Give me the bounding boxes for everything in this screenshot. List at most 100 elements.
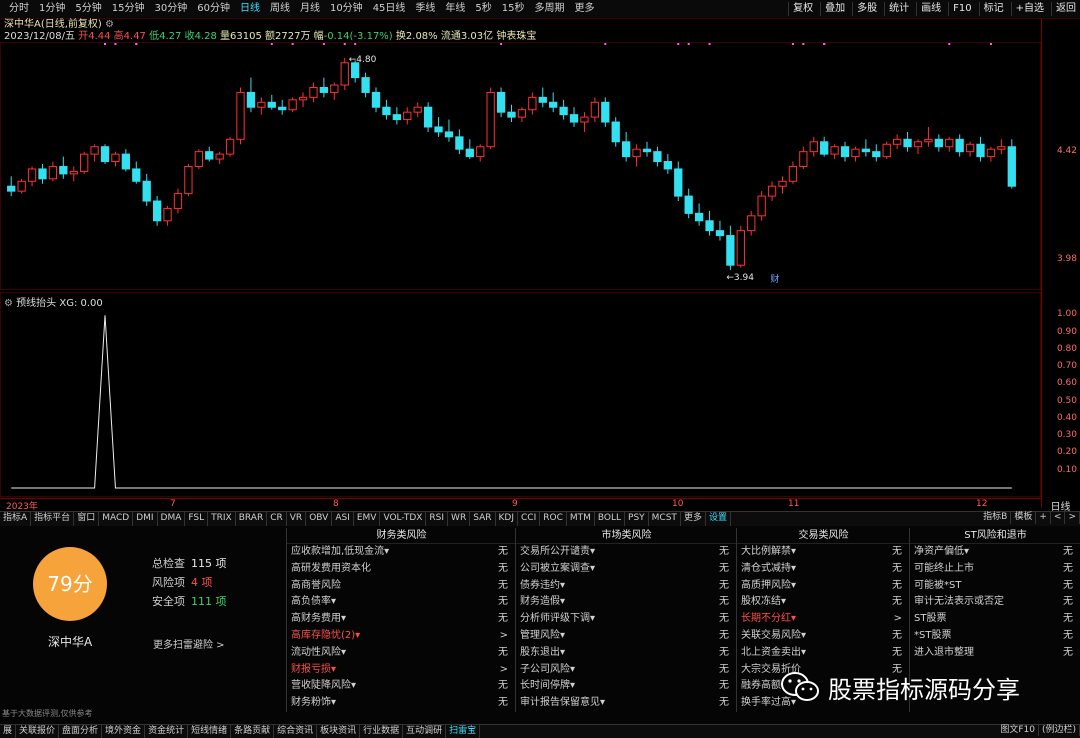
risk-row[interactable]: 北上资金卖出▾ 无 <box>737 645 910 662</box>
risk-row[interactable]: 高负债率▾ 无 <box>287 594 516 611</box>
settings-icon[interactable]: ⚙ <box>105 19 114 30</box>
bottom-tab-6[interactable]: 条路贡献 <box>231 725 275 738</box>
risk-row[interactable]: 公司被立案调查▾ 无 <box>516 561 737 578</box>
risk-row[interactable]: 分析师评级下调▾ 无 <box>516 611 737 628</box>
indicator-tab-6[interactable]: FSL <box>185 512 209 526</box>
indicator-tab-10[interactable]: VR <box>287 512 307 526</box>
indicator-tab-right-4[interactable]: > <box>1065 511 1080 524</box>
indicator-tab-3[interactable]: MACD <box>99 512 134 526</box>
period-tab-9[interactable]: 10分钟 <box>325 2 368 16</box>
risk-row[interactable]: 债券违约▾ 无 <box>516 578 737 595</box>
period-tab-10[interactable]: 45日线 <box>368 2 411 16</box>
risk-row[interactable]: 应收款增加,低现金流▾ 无 <box>287 544 516 561</box>
risk-row[interactable]: 长期不分红▾ > <box>737 611 910 628</box>
period-tab-12[interactable]: 年线 <box>440 2 470 16</box>
risk-row[interactable]: 流动性风险▾ 无 <box>287 645 516 662</box>
bottom-tab-4[interactable]: 资金统计 <box>145 725 189 738</box>
period-tab-13[interactable]: 5秒 <box>470 2 496 16</box>
bottom-tab-7[interactable]: 综合资讯 <box>274 725 318 738</box>
bottom-tab-2[interactable]: 盘面分析 <box>59 725 103 738</box>
risk-row[interactable]: 长时间停牌▾ 无 <box>516 678 737 695</box>
period-tab-11[interactable]: 季线 <box>410 2 440 16</box>
indicator-tab-25[interactable]: 更多 <box>681 512 706 526</box>
more-scan-link[interactable]: 更多扫雷避险 > <box>153 636 225 651</box>
risk-row[interactable]: 审计报告保留意见▾ 无 <box>516 695 737 712</box>
indicator-chart[interactable] <box>0 292 1041 497</box>
bottom-tab-0[interactable]: 展 <box>0 725 17 738</box>
bottom-tab-5[interactable]: 短线情绪 <box>188 725 232 738</box>
risk-row[interactable]: 高质押风险▾ 无 <box>737 578 910 595</box>
indicator-tab-11[interactable]: OBV <box>306 512 333 526</box>
indicator-tab-17[interactable]: SAR <box>470 512 496 526</box>
period-tab-2[interactable]: 5分钟 <box>70 2 106 16</box>
risk-row[interactable]: 管理风险▾ 无 <box>516 628 737 645</box>
risk-row[interactable]: 营收陡降风险▾ 无 <box>287 678 516 695</box>
period-tab-3[interactable]: 15分钟 <box>107 2 150 16</box>
indicator-tab-5[interactable]: DMA <box>158 512 186 526</box>
period-tab-16[interactable]: 更多 <box>570 2 600 16</box>
indicator-tab-18[interactable]: KDJ <box>496 512 518 526</box>
indicator-tab-24[interactable]: MCST <box>649 512 681 526</box>
candlestick-chart[interactable]: ←4.80 ←3.94 财 <box>0 42 1041 290</box>
risk-row[interactable]: 财报亏损▾ > <box>287 662 516 679</box>
bottom-tab-9[interactable]: 行业数据 <box>360 725 404 738</box>
tool-button-2[interactable]: 多股 <box>852 2 881 16</box>
bottom-tab-8[interactable]: 板块资讯 <box>317 725 361 738</box>
risk-row[interactable]: 财务粉饰▾ 无 <box>287 695 516 712</box>
risk-row[interactable]: ST股票 无 <box>910 611 1080 628</box>
risk-row[interactable]: 清仓式减持▾ 无 <box>737 561 910 578</box>
indicator-tab-4[interactable]: DMI <box>133 512 158 526</box>
indicator-tab-20[interactable]: ROC <box>540 512 567 526</box>
axis-period-label[interactable]: 日线 <box>1041 498 1080 513</box>
indicator-tab-0[interactable]: 指标A <box>0 512 32 526</box>
risk-row[interactable]: 可能终止上市 无 <box>910 561 1080 578</box>
indicator-tab-13[interactable]: EMV <box>354 512 381 526</box>
bottom-tab-1[interactable]: 关联报价 <box>16 725 60 738</box>
bottom-tab-10[interactable]: 互动调研 <box>403 725 447 738</box>
tool-button-8[interactable]: 返回 <box>1051 2 1080 16</box>
tool-button-6[interactable]: 标记 <box>978 2 1008 16</box>
period-tab-0[interactable]: 分时 <box>4 2 34 16</box>
indicator-tab-right-0[interactable]: 指标B <box>980 511 1012 524</box>
industry-tag[interactable]: 钟表珠宝 <box>496 31 536 42</box>
risk-row[interactable]: 高库存隐忧(2)▾ > <box>287 628 516 645</box>
risk-row[interactable]: 交易所公开谴责▾ 无 <box>516 544 737 561</box>
indicator-tab-8[interactable]: BRAR <box>236 512 268 526</box>
tool-button-0[interactable]: 复权 <box>788 2 817 16</box>
bottom-tab-right-0[interactable]: 图文F10 <box>997 724 1039 736</box>
period-tab-8[interactable]: 月线 <box>295 2 325 16</box>
indicator-tab-9[interactable]: CR <box>267 512 287 526</box>
tool-button-1[interactable]: 叠加 <box>820 2 849 16</box>
indicator-tab-22[interactable]: BOLL <box>595 512 626 526</box>
tool-button-5[interactable]: F10 <box>948 2 975 16</box>
risk-row[interactable]: 高商誉风险 无 <box>287 578 516 595</box>
risk-row[interactable]: 大比例解禁▾ 无 <box>737 544 910 561</box>
indicator-tab-16[interactable]: WR <box>448 512 471 526</box>
indicator-tab-21[interactable]: MTM <box>567 512 595 526</box>
risk-row[interactable]: *ST股票 无 <box>910 628 1080 645</box>
risk-row[interactable]: 财务造假▾ 无 <box>516 594 737 611</box>
period-tab-15[interactable]: 多周期 <box>530 2 570 16</box>
indicator-tab-right-2[interactable]: + <box>1036 511 1051 524</box>
tool-button-4[interactable]: 画线 <box>916 2 945 16</box>
bottom-tab-11[interactable]: 扫雷宝 <box>446 725 481 738</box>
risk-row[interactable]: 高研发费用资本化 无 <box>287 561 516 578</box>
tool-button-3[interactable]: 统计 <box>884 2 913 16</box>
risk-row[interactable]: 高财务费用▾ 无 <box>287 611 516 628</box>
risk-row[interactable]: 关联交易风险▾ 无 <box>737 628 910 645</box>
indicator-tab-19[interactable]: CCI <box>518 512 541 526</box>
indicator-tab-right-3[interactable]: < <box>1051 511 1066 524</box>
indicator-tab-right-1[interactable]: 模板 <box>1011 511 1037 524</box>
risk-row[interactable]: 可能被*ST 无 <box>910 578 1080 595</box>
indicator-tab-26[interactable]: 设置 <box>706 512 731 526</box>
indicator-tab-7[interactable]: TRIX <box>208 512 236 526</box>
indicator-tab-2[interactable]: 窗口 <box>74 512 100 526</box>
indicator-tab-23[interactable]: PSY <box>625 512 649 526</box>
indicator-tab-15[interactable]: RSI <box>426 512 449 526</box>
risk-row[interactable]: 进入退市整理 无 <box>910 645 1080 662</box>
indicator-tab-14[interactable]: VOL-TDX <box>380 512 427 526</box>
period-tab-6[interactable]: 日线 <box>235 2 265 16</box>
risk-row[interactable]: 审计无法表示或否定 无 <box>910 594 1080 611</box>
indicator-tab-12[interactable]: ASI <box>332 512 354 526</box>
bottom-tab-3[interactable]: 境外资金 <box>102 725 146 738</box>
